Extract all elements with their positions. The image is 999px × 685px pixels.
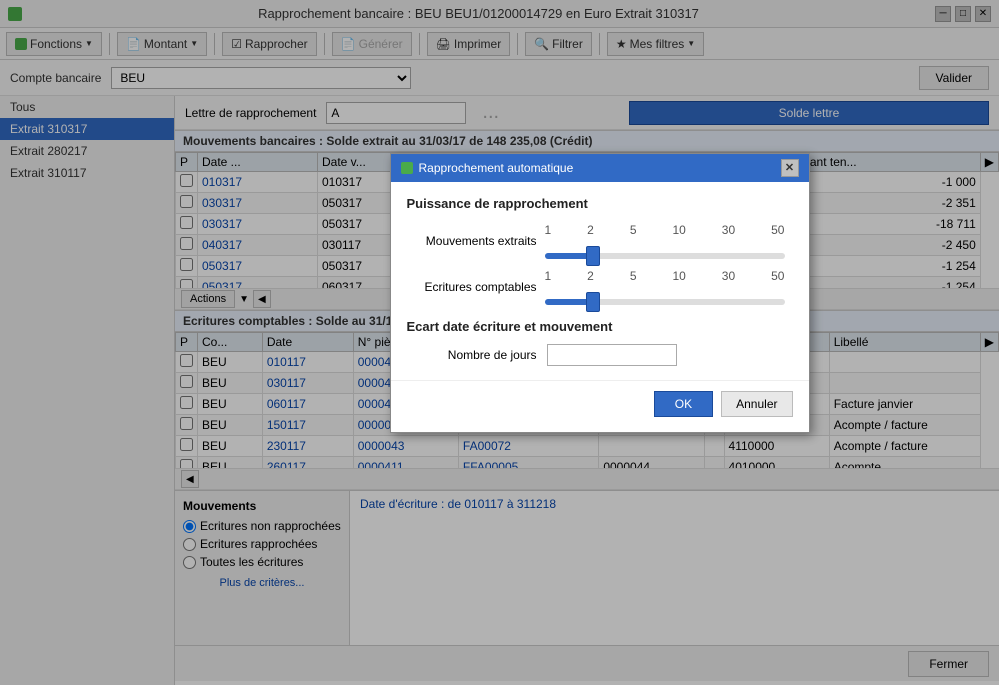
modal-overlay: Rapprochement automatique ✕ Puissance de… [0, 0, 999, 685]
modal-title: Rapprochement automatique [401, 161, 574, 175]
ec-scale-numbers: 1 2 5 10 30 50 [545, 269, 785, 283]
modal-footer: OK Annuler [391, 380, 809, 427]
nb-jours-label: Nombre de jours [407, 348, 537, 362]
mvt-extraits-row: Mouvements extraits 1 2 5 10 30 50 [407, 223, 793, 259]
date-gap-title: Ecart date écriture et mouvement [407, 319, 793, 334]
date-gap-row: Nombre de jours [407, 344, 793, 366]
mvt-slider-container: 1 2 5 10 30 50 [545, 237, 785, 259]
modal-rapprochement: Rapprochement automatique ✕ Puissance de… [390, 153, 810, 433]
mvt-slider-thumb[interactable] [586, 246, 600, 266]
mvt-scale-numbers: 1 2 5 10 30 50 [545, 223, 785, 237]
nb-jours-input[interactable] [547, 344, 677, 366]
modal-body: Puissance de rapprochement Mouvements ex… [391, 182, 809, 380]
puissance-title: Puissance de rapprochement [407, 196, 793, 211]
modal-titlebar: Rapprochement automatique ✕ [391, 154, 809, 182]
ecritures-slider-label: Ecritures comptables [407, 280, 537, 294]
mvt-extraits-label: Mouvements extraits [407, 234, 537, 248]
ecritures-slider-row: Ecritures comptables 1 2 5 10 30 50 [407, 269, 793, 305]
ec-slider-container: 1 2 5 10 30 50 [545, 283, 785, 305]
date-gap-section: Ecart date écriture et mouvement Nombre … [407, 319, 793, 366]
annuler-button[interactable]: Annuler [721, 391, 792, 417]
ok-button[interactable]: OK [654, 391, 713, 417]
modal-icon [401, 162, 413, 174]
modal-close-button[interactable]: ✕ [781, 159, 799, 177]
mvt-slider-track [545, 253, 785, 259]
ec-slider-track [545, 299, 785, 305]
ec-slider-thumb[interactable] [586, 292, 600, 312]
